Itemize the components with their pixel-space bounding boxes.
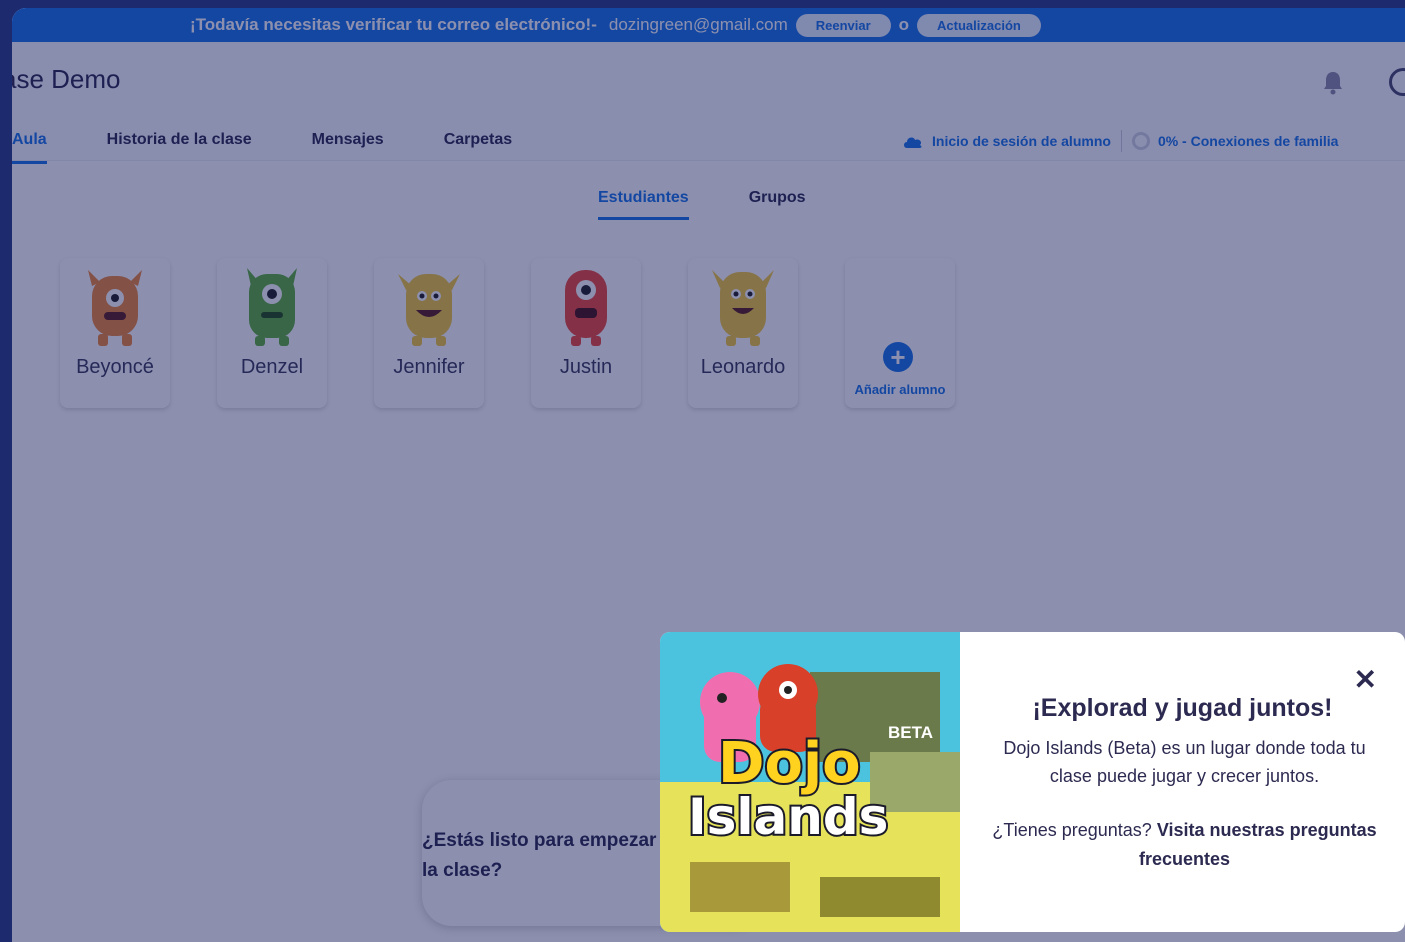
logo-dojo: Dojo <box>718 731 861 796</box>
popup-faq: ¿Tienes preguntas? Visita nuestras pregu… <box>988 816 1381 874</box>
dojo-islands-image: BETA Dojo Islands <box>660 632 960 932</box>
faq-prefix: ¿Tienes preguntas? <box>992 820 1152 840</box>
popup-description: Dojo Islands (Beta) es un lugar donde to… <box>1003 738 1366 786</box>
faq-link[interactable]: Visita nuestras preguntas frecuentes <box>1139 820 1377 869</box>
popup-title: ¡Explorad y jugad juntos! <box>1032 694 1333 722</box>
dojo-islands-popup: BETA Dojo Islands ✕ ¡Explorad y jugad ju… <box>660 632 1405 932</box>
app-window: ¡Todavía necesitas verificar tu correo e… <box>12 8 1405 942</box>
beta-badge: BETA <box>888 723 933 742</box>
logo-islands: Islands <box>688 788 888 846</box>
close-icon[interactable]: ✕ <box>1354 666 1377 694</box>
popup-content: ✕ ¡Explorad y jugad juntos! Dojo Islands… <box>960 632 1405 932</box>
